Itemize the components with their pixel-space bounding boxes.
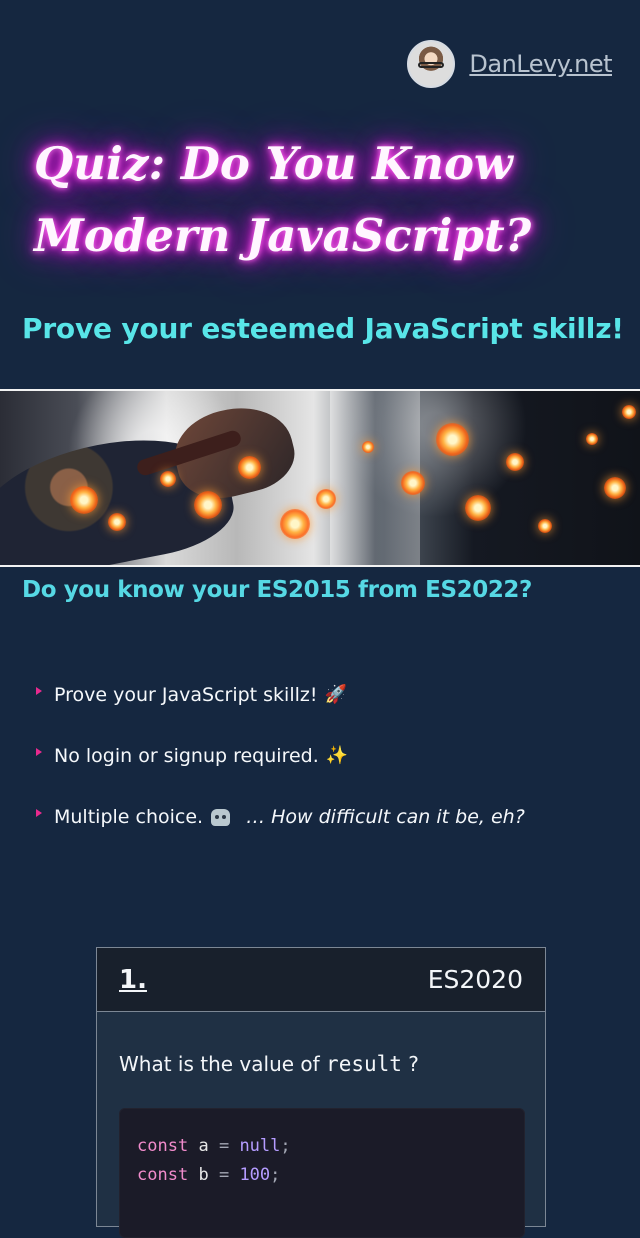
question-number: 1. [119, 964, 147, 995]
page-title: Quiz: Do You Know Modern JavaScript? [34, 137, 532, 262]
question-prompt-suffix: ? [408, 1052, 419, 1076]
section-heading: Do you know your ES2015 from ES2022? [22, 577, 532, 603]
hero-subtitle: Prove your esteemed JavaScript skillz! [22, 312, 624, 345]
spark-icon [238, 456, 261, 479]
quiz-question-card: 1. ES2020 What is the value of result ? … [96, 947, 546, 1238]
code-line: const b = 100; [137, 1161, 507, 1190]
site-link[interactable]: DanLevy.net [469, 50, 612, 78]
code-line: const a = null; [137, 1132, 507, 1161]
code-end: ; [270, 1165, 281, 1185]
spark-icon [436, 423, 469, 456]
spark-icon [401, 471, 425, 495]
feature-tail: … How difficult can it be, eh? [246, 805, 525, 828]
spark-icon [160, 471, 176, 487]
robot-icon [211, 809, 231, 826]
code-keyword: const [137, 1165, 189, 1185]
avatar[interactable] [407, 40, 456, 88]
spark-icon [465, 495, 491, 521]
code-value: null [239, 1136, 281, 1156]
feature-text: Multiple choice. [54, 805, 204, 828]
code-block: const a = null; const b = 100; [119, 1108, 525, 1238]
question-prompt-code: result [326, 1052, 402, 1076]
question-tag: ES2020 [427, 965, 523, 994]
feature-text: No login or signup required. [54, 744, 319, 767]
spark-icon [622, 405, 636, 419]
spark-icon [506, 453, 524, 471]
spark-icon [362, 441, 374, 453]
spark-icon [70, 486, 98, 514]
question-prompt: What is the value of result ? [119, 1052, 419, 1076]
spark-icon [604, 477, 626, 499]
feature-item: Prove your JavaScript skillz! 🚀 [36, 664, 525, 725]
spark-icon [194, 491, 222, 519]
question-prompt-prefix: What is the value of [119, 1052, 320, 1076]
feature-item: No login or signup required. ✨ [36, 725, 525, 786]
feature-text: Prove your JavaScript skillz! [54, 683, 318, 706]
bullet-icon [36, 808, 42, 817]
code-name: b [198, 1165, 209, 1185]
bullet-icon [36, 747, 42, 756]
rocket-icon: 🚀 [324, 684, 347, 705]
spark-icon [538, 519, 552, 533]
site-header: DanLevy.net [407, 40, 612, 88]
feature-item: Multiple choice. … How difficult can it … [36, 786, 525, 847]
code-value: 100 [239, 1165, 271, 1185]
spark-icon [586, 433, 598, 445]
code-operator: = [218, 1165, 230, 1185]
sparkles-icon: ✨ [325, 745, 349, 766]
code-name: a [198, 1136, 209, 1156]
spark-icon [316, 489, 336, 509]
banner-image [0, 389, 640, 567]
quiz-card-header: 1. ES2020 [97, 948, 545, 1012]
code-keyword: const [137, 1136, 189, 1156]
code-operator: = [218, 1136, 230, 1156]
feature-list: Prove your JavaScript skillz! 🚀 No login… [36, 664, 525, 847]
spark-icon [280, 509, 310, 539]
bullet-icon [36, 686, 42, 695]
code-end: ; [280, 1136, 291, 1156]
spark-icon [108, 513, 126, 531]
